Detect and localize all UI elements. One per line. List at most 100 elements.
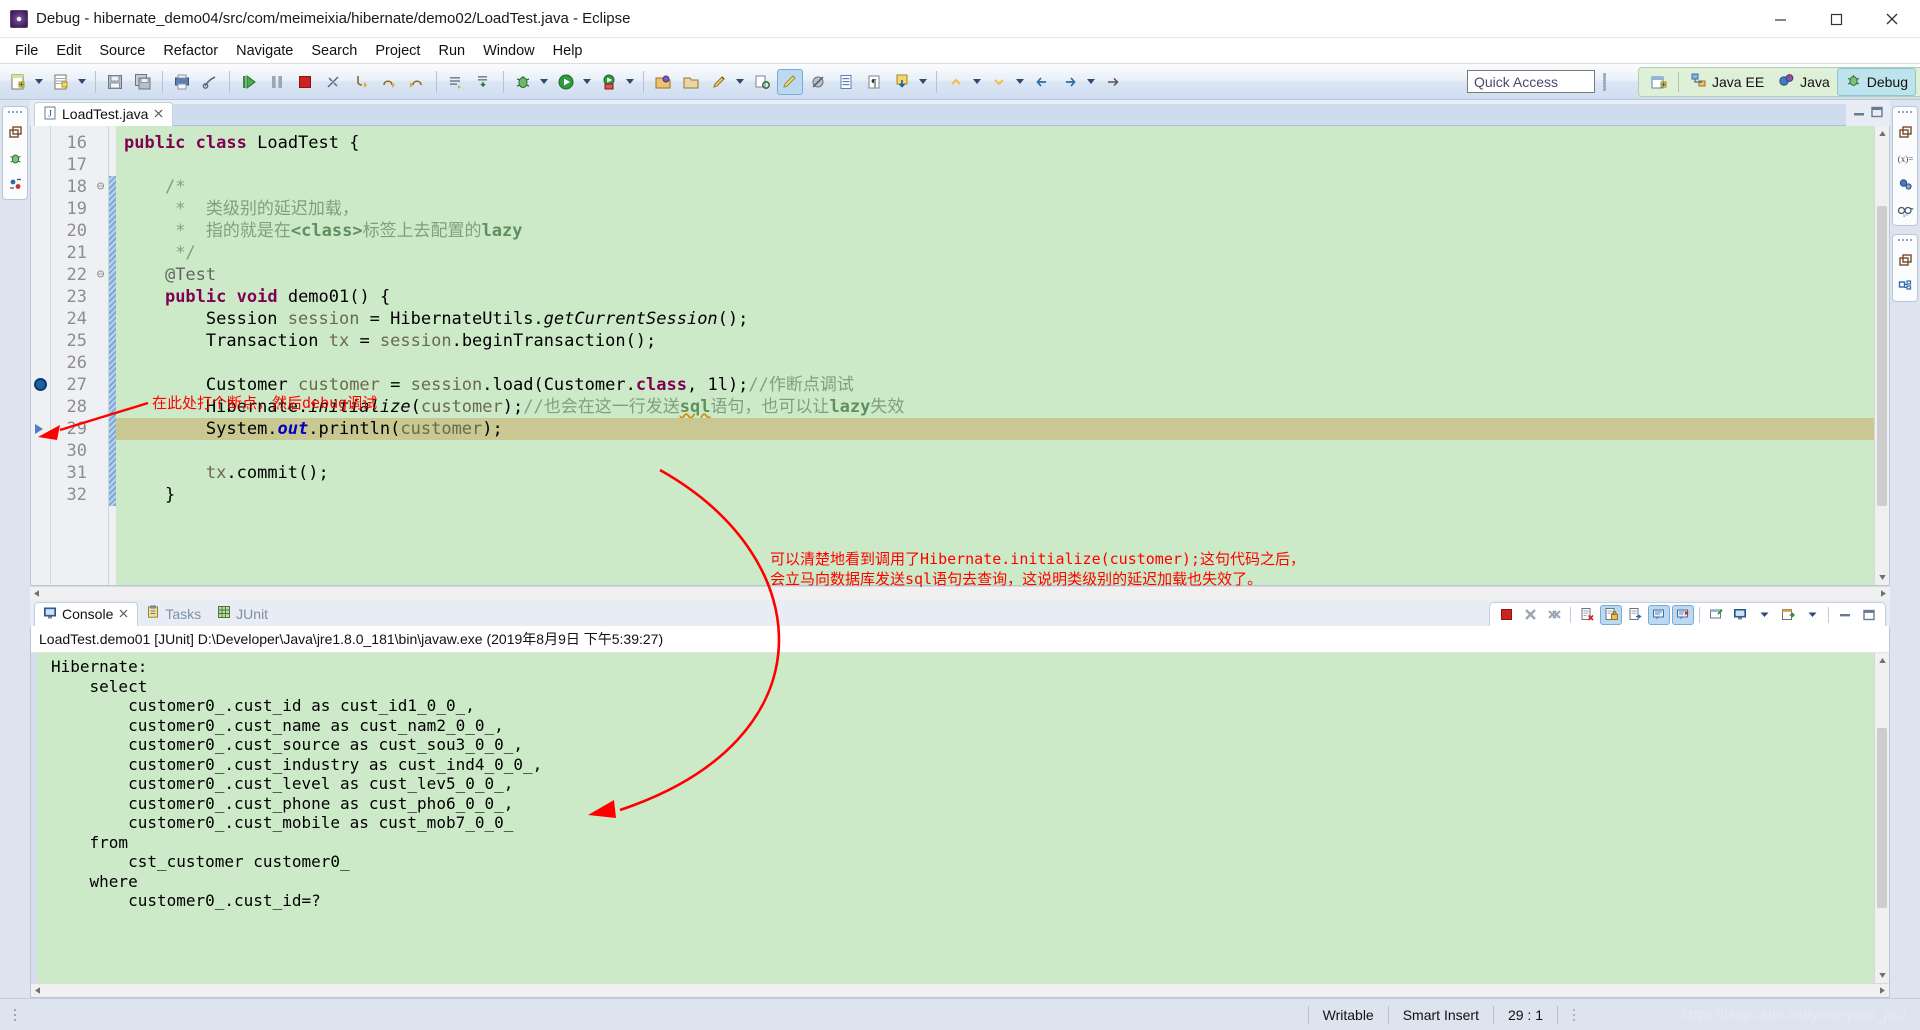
toggle-java-editor-icon[interactable] bbox=[777, 68, 803, 95]
new-class-arrow[interactable] bbox=[733, 69, 746, 95]
code-line[interactable]: */ bbox=[116, 242, 1874, 264]
editor-folding-gutter[interactable]: ⊖ ⊖ bbox=[93, 126, 109, 585]
fold-marker[interactable] bbox=[93, 396, 108, 418]
breakpoints-view-icon[interactable] bbox=[6, 175, 24, 193]
fold-marker[interactable] bbox=[93, 242, 108, 264]
watch-view-icon[interactable]: x= bbox=[1896, 201, 1914, 219]
console-vertical-scrollbar[interactable] bbox=[1874, 653, 1889, 983]
download-arrow[interactable] bbox=[916, 69, 929, 95]
editor-code-area[interactable]: public class LoadTest { /* * 类级别的延迟加载， *… bbox=[116, 126, 1874, 585]
expressions-view-icon[interactable] bbox=[1896, 175, 1914, 193]
run-arrow[interactable] bbox=[580, 69, 593, 95]
step-over-icon[interactable] bbox=[376, 69, 402, 95]
step-return-icon[interactable] bbox=[404, 69, 430, 95]
fold-marker[interactable] bbox=[93, 440, 108, 462]
terminate-icon[interactable] bbox=[1495, 605, 1517, 625]
download-icon[interactable] bbox=[889, 69, 915, 95]
code-line[interactable]: Hibernate.initialize(customer);//也会在这一行发… bbox=[116, 396, 1874, 418]
scroll-lock-icon[interactable] bbox=[1600, 604, 1622, 625]
code-line[interactable]: * 指的就是在<class>标签上去配置的lazy bbox=[116, 220, 1874, 242]
previous-annotation-arrow[interactable] bbox=[970, 69, 983, 95]
perspective-java-ee[interactable]: Java EE bbox=[1683, 69, 1771, 95]
console-output[interactable]: Hibernate: select customer0_.cust_id as … bbox=[37, 653, 1874, 983]
console-scroll-thumb[interactable] bbox=[1877, 728, 1887, 908]
fold-marker[interactable] bbox=[93, 132, 108, 154]
new-java-file-arrow[interactable] bbox=[75, 69, 88, 95]
fold-marker[interactable] bbox=[93, 484, 108, 506]
code-line-current-execution[interactable]: System.out.println(customer); bbox=[116, 418, 1874, 440]
tab-tasks[interactable]: Tasks bbox=[138, 602, 209, 626]
code-line[interactable]: Session session = HibernateUtils.getCurr… bbox=[116, 308, 1874, 330]
fold-marker[interactable] bbox=[93, 198, 108, 220]
editor-scroll-thumb[interactable] bbox=[1877, 205, 1887, 506]
console-scroll-up-arrow[interactable] bbox=[1875, 653, 1889, 668]
debug-icon[interactable] bbox=[510, 69, 536, 95]
minimize-editor-icon[interactable] bbox=[1852, 105, 1866, 124]
remove-launch-icon[interactable] bbox=[1519, 605, 1541, 625]
drop-to-frame-icon[interactable] bbox=[471, 69, 497, 95]
variables-view-icon[interactable]: (x)= bbox=[1896, 149, 1914, 167]
fold-marker[interactable] bbox=[93, 462, 108, 484]
code-line[interactable]: Transaction tx = session.beginTransactio… bbox=[116, 330, 1874, 352]
code-line[interactable]: tx.commit(); bbox=[116, 462, 1874, 484]
menu-help[interactable]: Help bbox=[544, 40, 592, 62]
code-line[interactable]: * 类级别的延迟加载， bbox=[116, 198, 1874, 220]
open-type-icon[interactable] bbox=[749, 69, 775, 95]
run-external-tools-arrow[interactable] bbox=[623, 69, 636, 95]
code-line[interactable]: public void demo01() { bbox=[116, 286, 1874, 308]
menu-file[interactable]: File bbox=[6, 40, 47, 62]
save-icon[interactable] bbox=[102, 69, 128, 95]
code-line[interactable]: public class LoadTest { bbox=[116, 132, 1874, 154]
minimize-button[interactable] bbox=[1752, 0, 1808, 38]
editor-marker-gutter[interactable] bbox=[31, 126, 51, 585]
print-icon[interactable] bbox=[169, 69, 195, 95]
scroll-up-arrow[interactable] bbox=[1875, 126, 1889, 141]
menu-search[interactable]: Search bbox=[302, 40, 366, 62]
fold-marker[interactable] bbox=[93, 220, 108, 242]
code-line[interactable] bbox=[116, 440, 1874, 462]
minimize-console-icon[interactable] bbox=[1834, 605, 1856, 625]
show-console-on-error-icon[interactable] bbox=[1672, 604, 1694, 625]
quick-access-input[interactable]: Quick Access bbox=[1467, 70, 1595, 93]
clear-console-icon[interactable] bbox=[1576, 605, 1598, 625]
open-console-icon[interactable] bbox=[1777, 605, 1799, 625]
code-line[interactable]: Customer customer = session.load(Custome… bbox=[116, 374, 1874, 396]
fold-marker[interactable]: ⊖ bbox=[93, 264, 108, 286]
use-step-filters-icon[interactable] bbox=[443, 69, 469, 95]
forward-icon[interactable] bbox=[1057, 69, 1083, 95]
breakpoint-marker[interactable] bbox=[34, 378, 47, 391]
history-arrow[interactable] bbox=[1084, 69, 1097, 95]
menu-refactor[interactable]: Refactor bbox=[154, 40, 227, 62]
close-console-tab-icon[interactable] bbox=[118, 606, 129, 622]
fold-marker[interactable] bbox=[93, 308, 108, 330]
menu-edit[interactable]: Edit bbox=[47, 40, 90, 62]
debug-view-icon[interactable] bbox=[6, 149, 24, 167]
new-wizard-arrow[interactable] bbox=[32, 69, 45, 95]
suspend-icon[interactable] bbox=[264, 69, 290, 95]
close-button[interactable] bbox=[1864, 0, 1920, 38]
editor-tab-loadtest-java[interactable]: J LoadTest.java bbox=[34, 102, 174, 126]
perspective-debug[interactable]: Debug bbox=[1836, 68, 1916, 96]
previous-annotation-icon[interactable] bbox=[943, 69, 969, 95]
stack-grip[interactable] bbox=[8, 111, 22, 113]
run-external-tools-icon[interactable] bbox=[596, 69, 622, 95]
code-line[interactable] bbox=[116, 352, 1874, 374]
new-package-icon[interactable] bbox=[678, 69, 704, 95]
maximize-editor-icon[interactable] bbox=[1870, 105, 1884, 124]
back-icon[interactable] bbox=[1029, 69, 1055, 95]
maximize-button[interactable] bbox=[1808, 0, 1864, 38]
last-edit-location-icon[interactable] bbox=[1100, 69, 1126, 95]
next-annotation-icon[interactable] bbox=[986, 69, 1012, 95]
perspective-java[interactable]: Java bbox=[1771, 69, 1837, 95]
save-all-icon[interactable] bbox=[130, 69, 156, 95]
toolbar-grip[interactable] bbox=[1601, 71, 1608, 93]
menu-window[interactable]: Window bbox=[474, 40, 544, 62]
open-console-arrow[interactable] bbox=[1801, 605, 1823, 625]
menu-project[interactable]: Project bbox=[366, 40, 429, 62]
display-selected-console-arrow[interactable] bbox=[1753, 605, 1775, 625]
editor-vertical-scrollbar[interactable] bbox=[1874, 126, 1889, 585]
pilcrow-icon[interactable]: ¶ bbox=[861, 69, 887, 95]
code-line[interactable] bbox=[116, 154, 1874, 176]
step-into-icon[interactable] bbox=[348, 69, 374, 95]
code-line[interactable]: @Test bbox=[116, 264, 1874, 286]
